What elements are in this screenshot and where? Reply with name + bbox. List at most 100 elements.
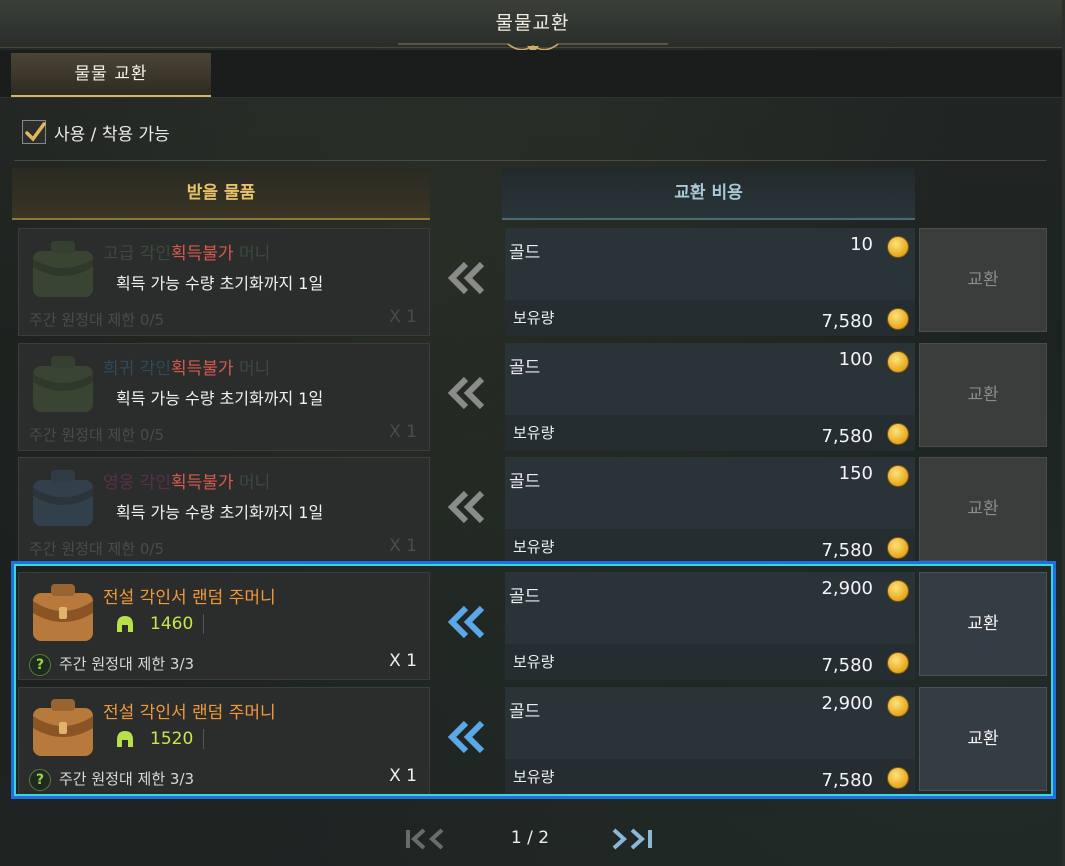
item-panel: 희귀 각인획득불가 머니 획득 가능 수량 초기화까지 1일 주간 원정대 제한…	[18, 343, 430, 451]
divider	[14, 160, 1046, 161]
cost-currency-label: 골드	[509, 358, 541, 378]
coin-icon	[887, 351, 909, 373]
coin-icon	[887, 465, 909, 487]
quantity: X 1	[389, 422, 417, 442]
help-icon[interactable]: ?	[29, 769, 51, 791]
coin-icon	[887, 537, 909, 559]
coin-icon	[887, 308, 909, 330]
item-name-prefix: 고급 각인	[103, 244, 171, 264]
cost-value: 100	[838, 349, 873, 370]
barter-row: 희귀 각인획득불가 머니 획득 가능 수량 초기화까지 1일 주간 원정대 제한…	[0, 343, 1062, 451]
cost-value: 10	[850, 234, 873, 255]
double-chevron-left-icon	[447, 376, 485, 410]
holding-value: 7,580	[821, 540, 873, 561]
item-name: 고급 각인획득불가 머니	[103, 239, 270, 264]
holding-label: 보유량	[513, 424, 555, 442]
usable-filter[interactable]: 사용 / 착용 가능	[22, 118, 170, 146]
item-name: 전설 각인서 랜덤 주머니	[103, 588, 276, 608]
holding-label: 보유량	[513, 309, 555, 327]
exchange-button[interactable]: 교환	[919, 572, 1047, 676]
weekly-limit: 주간 원정대 제한 0/5	[29, 311, 165, 329]
bag-icon	[33, 356, 93, 412]
item-panel: 영웅 각인획득불가 머니 획득 가능 수량 초기화까지 1일 주간 원정대 제한…	[18, 457, 430, 565]
item-name-prefix: 영웅 각인	[103, 473, 171, 493]
bag-icon	[33, 584, 93, 641]
weekly-limit: 주간 원정대 제한 3/3	[59, 770, 195, 788]
unavailable-label: 획득불가	[170, 244, 234, 264]
cost-column-header: 교환 비용	[502, 168, 915, 220]
cost-panel: 골드 100 보유량 7,580	[505, 343, 915, 451]
quantity: X 1	[389, 307, 417, 327]
helmet-icon	[117, 731, 133, 747]
coin-icon	[887, 236, 909, 258]
unavailable-label: 획득불가	[170, 359, 234, 379]
holding-value: 7,580	[821, 311, 873, 332]
coin-icon	[887, 767, 909, 789]
cost-panel: 골드 2,900 보유량 7,580	[505, 687, 915, 795]
quantity: X 1	[389, 651, 417, 671]
helmet-icon	[117, 616, 133, 632]
weekly-limit: 주간 원정대 제한 0/5	[29, 540, 165, 558]
exchange-button[interactable]: 교환	[919, 343, 1047, 447]
barter-window: 물물교환 물물 교환 사용 / 착용 가능 받을 물품 교환 비용 고급 각인획…	[0, 0, 1065, 866]
reset-notice: 획득 가능 수량 초기화까지 1일	[116, 503, 324, 522]
help-icon[interactable]: ?	[29, 654, 51, 676]
weekly-limit: 주간 원정대 제한 0/5	[29, 426, 165, 444]
coin-icon	[887, 580, 909, 602]
cost-value: 2,900	[821, 693, 873, 714]
cost-top: 골드 10	[505, 228, 915, 300]
item-name-suffix: 머니	[238, 473, 271, 493]
coin-icon	[887, 423, 909, 445]
usable-checkbox[interactable]	[22, 120, 46, 144]
first-page-icon[interactable]	[402, 828, 448, 850]
holding-label: 보유량	[513, 768, 555, 786]
weekly-limit-row: ? 주간 원정대 제한 3/3	[29, 653, 194, 676]
item-name: 영웅 각인획득불가 머니	[103, 468, 270, 493]
last-page-icon[interactable]	[610, 828, 656, 850]
double-chevron-left-icon	[447, 490, 485, 524]
item-name: 희귀 각인획득불가 머니	[103, 354, 270, 379]
barter-row: 전설 각인서 랜덤 주머니 1460 ? 주간 원정대 제한 3/3 X 1 골드…	[0, 572, 1062, 680]
holding-label: 보유량	[513, 538, 555, 556]
usable-filter-label: 사용 / 착용 가능	[54, 124, 170, 145]
receive-column-header: 받을 물품	[12, 168, 430, 220]
item-name: 전설 각인서 랜덤 주머니	[103, 703, 276, 723]
cost-top: 골드 100	[505, 343, 915, 415]
exchange-button[interactable]: 교환	[919, 687, 1047, 791]
page-indicator: 1 / 2	[510, 828, 550, 848]
cost-value: 150	[838, 463, 873, 484]
weekly-limit: 주간 원정대 제한 3/3	[59, 655, 195, 673]
unavailable-label: 획득불가	[170, 473, 234, 493]
holding-value: 7,580	[821, 655, 873, 676]
cost-top: 골드 2,900	[505, 687, 915, 759]
item-panel: 전설 각인서 랜덤 주머니 1460 ? 주간 원정대 제한 3/3 X 1	[18, 572, 430, 680]
reset-notice: 획득 가능 수량 초기화까지 1일	[116, 274, 324, 293]
tab-barter[interactable]: 물물 교환	[11, 53, 211, 97]
item-name-suffix: 머니	[238, 359, 271, 379]
cost-panel: 골드 10 보유량 7,580	[505, 228, 915, 336]
coin-icon	[887, 652, 909, 674]
holding-label: 보유량	[513, 653, 555, 671]
exchange-button[interactable]: 교환	[919, 228, 1047, 332]
double-chevron-left-icon	[447, 605, 485, 639]
window-title: 물물교환	[495, 12, 570, 34]
barter-row: 고급 각인획득불가 머니 획득 가능 수량 초기화까지 1일 주간 원정대 제한…	[0, 228, 1062, 336]
title-bar: 물물교환	[0, 0, 1065, 54]
weekly-limit-row: ? 주간 원정대 제한 3/3	[29, 768, 194, 791]
bag-icon	[33, 241, 93, 297]
cost-currency-label: 골드	[509, 243, 541, 263]
item-name-suffix: 머니	[238, 244, 271, 264]
quantity: X 1	[389, 536, 417, 556]
bag-icon	[33, 470, 93, 526]
item-name-prefix: 희귀 각인	[103, 359, 171, 379]
double-chevron-left-icon	[447, 261, 485, 295]
pager: 1 / 2	[0, 824, 1062, 854]
bag-icon	[33, 699, 93, 756]
cost-currency-label: 골드	[509, 587, 541, 607]
cost-top: 골드 2,900	[505, 572, 915, 644]
holding-value: 7,580	[821, 770, 873, 791]
exchange-button[interactable]: 교환	[919, 457, 1047, 561]
cost-currency-label: 골드	[509, 702, 541, 722]
cost-panel: 골드 2,900 보유량 7,580	[505, 572, 915, 680]
quantity: X 1	[389, 766, 417, 786]
